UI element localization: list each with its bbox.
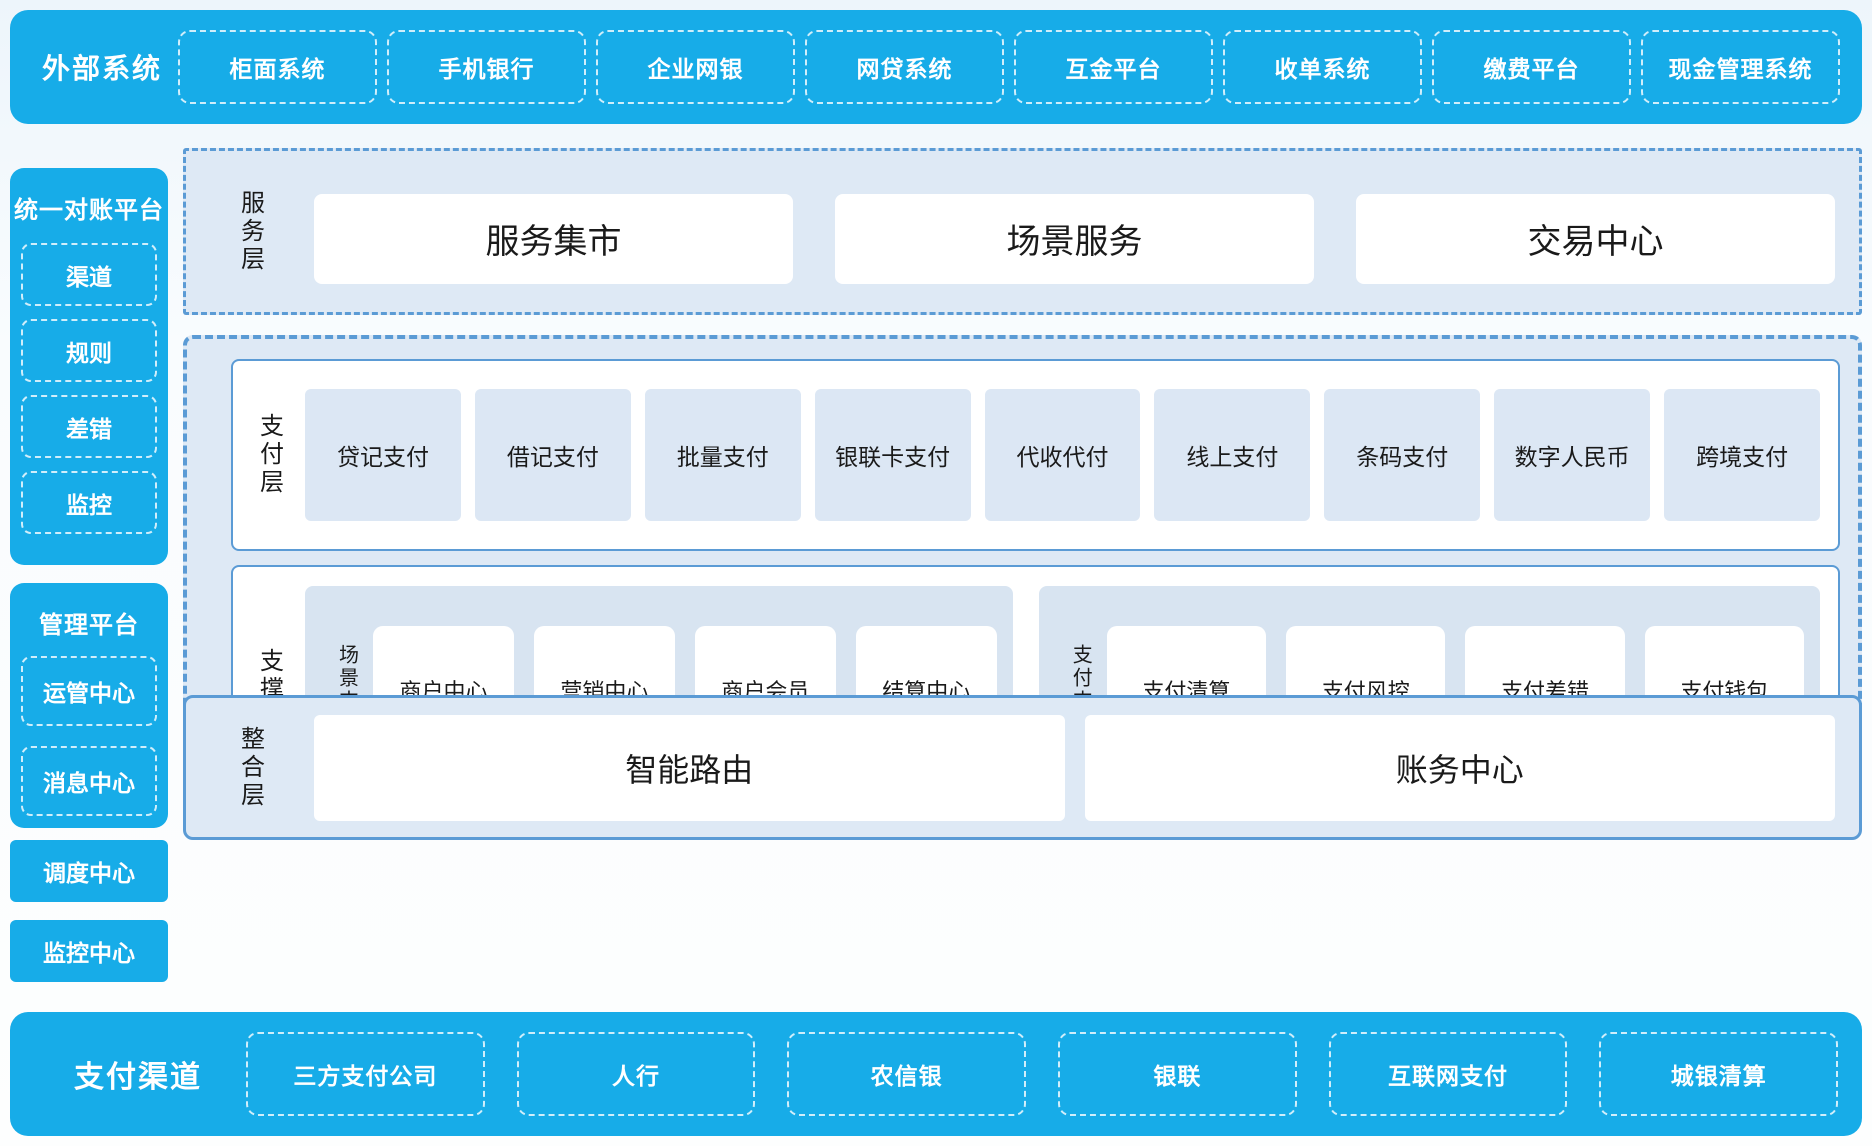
management-platform-panel: 管理平台 运管中心 消息中心 <box>10 583 168 828</box>
integration-layer-items: 智能路由 账务中心 <box>314 698 1859 837</box>
external-system-item: 收单系统 <box>1223 30 1422 104</box>
service-layer-label: 服务层 <box>233 190 268 274</box>
payment-layer-label: 支付层 <box>252 413 287 497</box>
external-system-item: 柜面系统 <box>178 30 377 104</box>
reconciliation-item: 监控 <box>21 471 157 534</box>
external-system-item: 缴费平台 <box>1432 30 1631 104</box>
management-platform-items: 运管中心 消息中心 <box>21 656 157 816</box>
external-systems-label: 外部系统 <box>10 47 178 87</box>
payment-channels-bar: 支付渠道 三方支付公司 人行 农信银 银联 互联网支付 城银清算 <box>10 1012 1862 1136</box>
external-system-item: 企业网银 <box>596 30 795 104</box>
external-system-item: 手机银行 <box>387 30 586 104</box>
payment-channel-item: 互联网支付 <box>1329 1032 1568 1116</box>
management-platform-title: 管理平台 <box>10 605 168 640</box>
external-system-item: 网贷系统 <box>805 30 1004 104</box>
payment-channel-item: 人行 <box>517 1032 756 1116</box>
integration-item: 账务中心 <box>1085 715 1836 821</box>
payment-channel-item: 城银清算 <box>1599 1032 1838 1116</box>
external-system-item: 互金平台 <box>1014 30 1213 104</box>
external-systems-items: 柜面系统 手机银行 企业网银 网贷系统 互金平台 收单系统 缴费平台 现金管理系… <box>178 30 1862 104</box>
management-item: 运管中心 <box>21 656 157 726</box>
payment-item: 批量支付 <box>645 389 801 521</box>
payment-channels-label: 支付渠道 <box>10 1052 246 1096</box>
service-item: 场景服务 <box>835 194 1314 284</box>
dispatch-center-box: 调度中心 <box>10 840 168 902</box>
reconciliation-platform-items: 渠道 规则 差错 监控 <box>21 243 157 534</box>
integration-item: 智能路由 <box>314 715 1065 821</box>
service-layer-items: 服务集市 场景服务 交易中心 <box>314 151 1859 312</box>
payment-layer-label-wrap: 支付层 <box>233 361 305 549</box>
payment-item: 条码支付 <box>1324 389 1480 521</box>
payment-channel-item: 银联 <box>1058 1032 1297 1116</box>
integration-layer-label: 整合层 <box>233 726 268 810</box>
monitor-center-box: 监控中心 <box>10 920 168 982</box>
integration-layer: 整合层 智能路由 账务中心 <box>183 695 1862 840</box>
payment-channels-items: 三方支付公司 人行 农信银 银联 互联网支付 城银清算 <box>246 1032 1862 1116</box>
payment-item: 数字人民币 <box>1494 389 1650 521</box>
external-systems-bar: 外部系统 柜面系统 手机银行 企业网银 网贷系统 互金平台 收单系统 缴费平台 … <box>10 10 1862 124</box>
payment-item: 贷记支付 <box>305 389 461 521</box>
reconciliation-platform-title: 统一对账平台 <box>10 190 168 225</box>
service-item: 交易中心 <box>1356 194 1835 284</box>
payment-item: 线上支付 <box>1154 389 1310 521</box>
reconciliation-item: 规则 <box>21 319 157 382</box>
payment-channel-item: 农信银 <box>787 1032 1026 1116</box>
payment-layer: 支付层 贷记支付 借记支付 批量支付 银联卡支付 代收代付 线上支付 条码支付 <box>231 359 1840 551</box>
payment-item: 跨境支付 <box>1664 389 1820 521</box>
service-layer-label-wrap: 服务层 <box>186 151 314 312</box>
payment-item: 借记支付 <box>475 389 631 521</box>
payment-item: 代收代付 <box>985 389 1141 521</box>
management-item: 消息中心 <box>21 746 157 816</box>
service-layer: 服务层 服务集市 场景服务 交易中心 <box>183 148 1862 315</box>
external-system-item: 现金管理系统 <box>1641 30 1840 104</box>
payment-layer-items: 贷记支付 借记支付 批量支付 银联卡支付 代收代付 线上支付 条码支付 数字人民… <box>305 361 1838 549</box>
reconciliation-item: 渠道 <box>21 243 157 306</box>
integration-layer-label-wrap: 整合层 <box>186 698 314 837</box>
payment-channel-item: 三方支付公司 <box>246 1032 485 1116</box>
payment-architecture-diagram: 外部系统 柜面系统 手机银行 企业网银 网贷系统 互金平台 收单系统 缴费平台 … <box>0 0 1872 1146</box>
payment-item: 银联卡支付 <box>815 389 971 521</box>
service-item: 服务集市 <box>314 194 793 284</box>
reconciliation-item: 差错 <box>21 395 157 458</box>
reconciliation-platform-panel: 统一对账平台 渠道 规则 差错 监控 <box>10 168 168 565</box>
